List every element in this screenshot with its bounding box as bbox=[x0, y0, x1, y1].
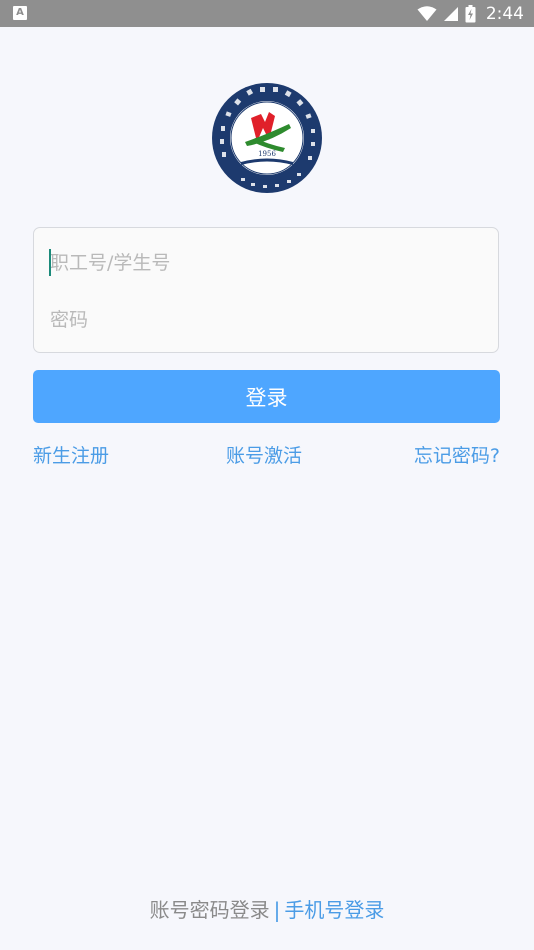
university-logo: 1956 bbox=[212, 83, 322, 193]
login-mode-switch: 账号密码登录 | 手机号登录 bbox=[0, 894, 534, 923]
login-form bbox=[33, 227, 499, 353]
password-input[interactable] bbox=[50, 303, 480, 337]
register-link[interactable]: 新生注册 bbox=[33, 441, 109, 468]
phone-login-option[interactable]: 手机号登录 bbox=[284, 898, 384, 922]
wifi-icon bbox=[417, 5, 437, 21]
activate-account-link[interactable]: 账号激活 bbox=[226, 441, 302, 468]
forgot-password-link[interactable]: 忘记密码? bbox=[414, 441, 500, 468]
login-button[interactable]: 登录 bbox=[33, 370, 500, 423]
notification-icon: A bbox=[13, 6, 27, 20]
user-id-input[interactable] bbox=[50, 246, 480, 280]
mode-separator: | bbox=[273, 898, 281, 922]
logo-year: 1956 bbox=[258, 150, 276, 158]
status-icons: 2:44 bbox=[417, 0, 524, 27]
password-login-option[interactable]: 账号密码登录 bbox=[150, 898, 270, 922]
text-cursor bbox=[49, 249, 51, 276]
status-time: 2:44 bbox=[485, 3, 524, 24]
signal-icon bbox=[443, 6, 458, 21]
status-bar: A 2:44 bbox=[0, 0, 534, 27]
battery-icon bbox=[465, 4, 476, 22]
